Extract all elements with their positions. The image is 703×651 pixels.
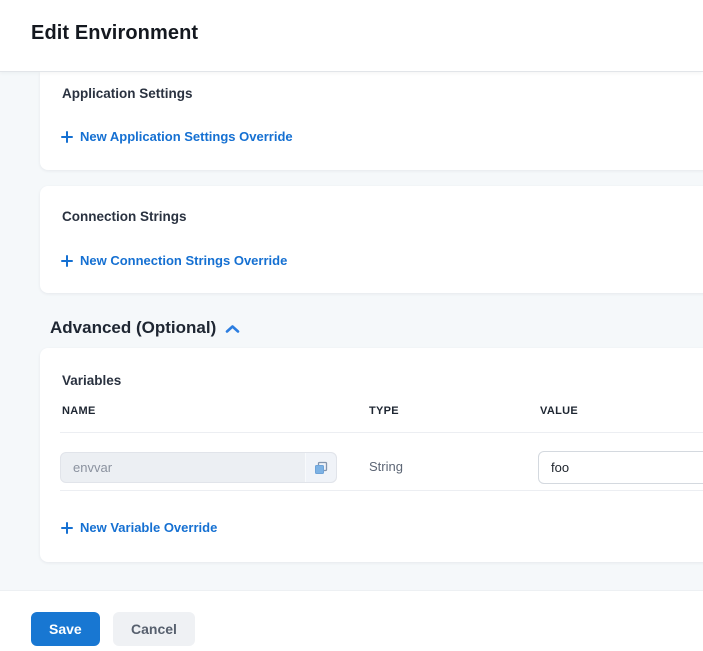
plus-icon xyxy=(61,131,73,143)
new-variable-override-link[interactable]: New Variable Override xyxy=(61,520,217,535)
variable-name-input[interactable] xyxy=(61,453,305,482)
connection-strings-title: Connection Strings xyxy=(62,209,187,224)
variable-name-field xyxy=(60,452,337,483)
chevron-up-icon xyxy=(225,324,240,334)
connection-strings-card: Connection Strings New Connection String… xyxy=(40,186,703,293)
advanced-optional-toggle[interactable]: Advanced (Optional) xyxy=(50,318,240,338)
variables-card: Variables NAME TYPE VALUE String xyxy=(40,348,703,562)
application-settings-card: Application Settings New Application Set… xyxy=(40,72,703,170)
new-connection-strings-override-link[interactable]: New Connection Strings Override xyxy=(61,253,287,268)
application-settings-title: Application Settings xyxy=(62,86,193,101)
variables-title: Variables xyxy=(62,373,121,388)
plus-icon xyxy=(61,522,73,534)
edit-environment-panel: Application Settings New Application Set… xyxy=(0,0,703,651)
column-header-type: TYPE xyxy=(369,405,399,417)
variable-type-value: String xyxy=(369,459,403,474)
variable-value-input[interactable] xyxy=(538,451,703,484)
advanced-optional-title: Advanced (Optional) xyxy=(50,318,216,338)
new-variable-override-label: New Variable Override xyxy=(80,520,217,535)
copy-button[interactable] xyxy=(305,453,336,482)
panel-footer: Save Cancel xyxy=(0,590,703,651)
panel-header: Edit Environment xyxy=(0,0,703,72)
column-header-name: NAME xyxy=(62,405,96,417)
table-header-divider xyxy=(60,432,703,433)
column-header-value: VALUE xyxy=(540,405,578,417)
save-button[interactable]: Save xyxy=(31,612,100,646)
new-connection-strings-override-label: New Connection Strings Override xyxy=(80,253,287,268)
table-row-divider xyxy=(60,490,703,491)
page-title: Edit Environment xyxy=(31,22,198,45)
cancel-button[interactable]: Cancel xyxy=(113,612,195,646)
new-application-settings-override-label: New Application Settings Override xyxy=(80,129,293,144)
new-application-settings-override-link[interactable]: New Application Settings Override xyxy=(61,129,293,144)
copy-icon xyxy=(314,461,328,475)
plus-icon xyxy=(61,255,73,267)
